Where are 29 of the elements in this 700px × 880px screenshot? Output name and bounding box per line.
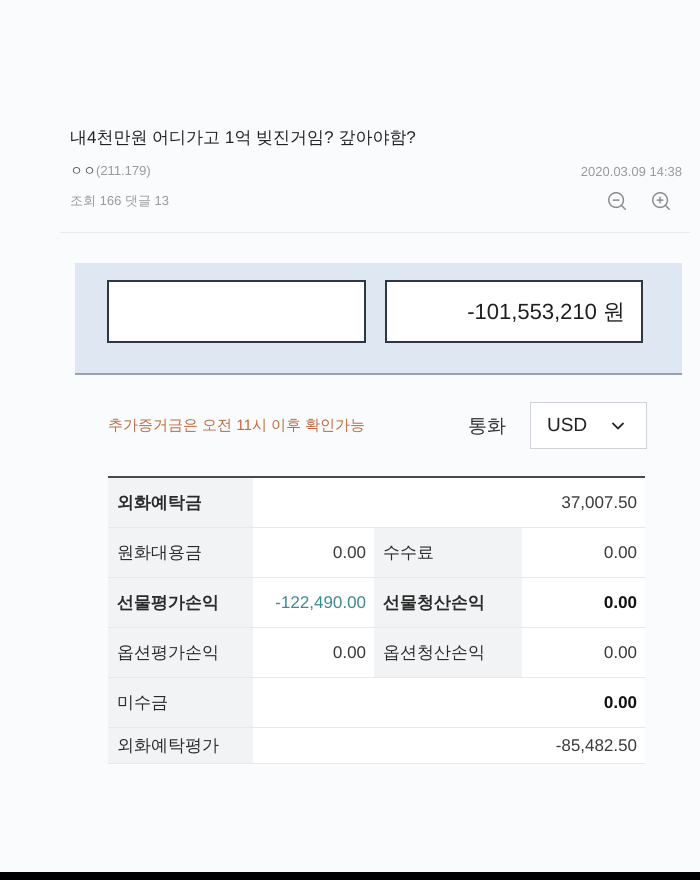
value-cell: -122,490.00 — [253, 578, 374, 628]
value-cell: 0.00 — [253, 678, 645, 728]
value-cell: 0.00 — [522, 528, 645, 578]
label-cell: 옵션청산손익 — [374, 628, 522, 678]
author-ip: (211.179) — [96, 163, 151, 178]
value-cell: -85,482.50 — [253, 728, 645, 764]
post-date: 2020.03.09 14:38 — [580, 164, 682, 178]
post-title: 내4천만원 어디가고 1억 빚진거임? 갚아야함? — [70, 127, 417, 149]
label-cell: 외화예탁금 — [108, 478, 253, 528]
zoom-out-icon[interactable] — [606, 190, 628, 212]
amount-field: -101,553,210 원 — [384, 280, 643, 343]
post-stats: 조회 166 댓글 13 — [70, 192, 169, 210]
label-cell: 옵션평가손익 — [108, 628, 253, 678]
author-name: ㅇㅇ — [70, 163, 96, 178]
value-cell: 37,007.50 — [253, 478, 645, 528]
currency-label: 통화 — [468, 414, 506, 438]
label-cell: 수수료 — [374, 528, 522, 578]
label-cell: 선물청산손익 — [374, 578, 522, 628]
zoom-in-icon[interactable] — [650, 190, 672, 212]
label-cell: 선물평가손익 — [108, 578, 253, 628]
value-cell: 0.00 — [253, 628, 374, 678]
label-cell: 외화예탁평가 — [108, 728, 253, 764]
value-cell: 0.00 — [253, 528, 374, 578]
value-cell: 0.00 — [522, 578, 645, 628]
currency-select[interactable]: USD — [530, 402, 647, 449]
label-cell: 원화대용금 — [108, 528, 253, 578]
label-cell: 미수금 — [108, 678, 253, 728]
margin-notice: 추가증거금은 오전 11시 이후 확인가능 — [108, 416, 366, 435]
value-cell: 0.00 — [522, 628, 645, 678]
